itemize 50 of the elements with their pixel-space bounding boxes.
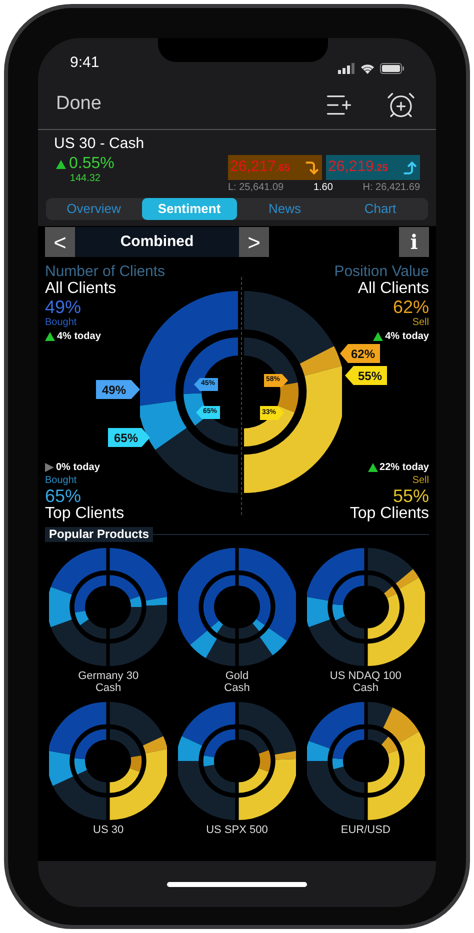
tab[interactable]: Chart (332, 198, 428, 220)
product-name[interactable]: Gold Cash (224, 670, 250, 694)
change-points: 144.32 (70, 173, 100, 184)
group-label: All Clients (358, 280, 429, 298)
product-name[interactable]: US NDAQ 100 Cash (330, 670, 402, 694)
today-change: 22% today (380, 461, 429, 475)
down-arrow-icon (304, 160, 320, 176)
percent-value: 62% (392, 298, 429, 317)
section-title: Number of Clients (45, 263, 166, 280)
home-indicator[interactable] (167, 882, 307, 886)
up-arrow-icon (402, 160, 418, 176)
product-name[interactable]: EUR/USD (340, 824, 390, 836)
previous-button[interactable]: < (45, 227, 75, 257)
high-price: H: 26,421.69 (362, 181, 420, 194)
group-label: All Clients (45, 280, 116, 298)
side-label: Sell (412, 475, 429, 487)
status-time: 9:41 (70, 52, 100, 72)
next-button[interactable]: > (239, 227, 269, 257)
done-button[interactable]: Done (56, 90, 102, 119)
percent-value: 65% (45, 487, 82, 505)
percent-value: 55% (392, 487, 429, 505)
percent-tag: 49% (96, 380, 140, 399)
today-change: 0% today (56, 461, 100, 475)
tab[interactable]: News (237, 198, 332, 220)
percent-tag: 65% (108, 428, 150, 447)
view-label: Combined (75, 227, 239, 257)
battery-icon (380, 63, 404, 74)
side-label: Sell (412, 317, 429, 329)
change-percent: 0.55% (69, 155, 114, 173)
side-label: Bought (45, 317, 77, 329)
product-name[interactable]: US SPX 500 (206, 824, 268, 836)
instrument-name: US 30 - Cash (54, 135, 146, 153)
percent-tag: 62% (340, 344, 380, 363)
today-change: 4% today (57, 330, 101, 344)
product-name[interactable]: Germany 30 Cash (78, 670, 139, 694)
spread-value: 1.60 (313, 181, 333, 194)
wifi-icon (360, 63, 375, 74)
low-price: L: 25,641.09 (228, 181, 284, 194)
side-label: Bought (45, 475, 77, 487)
section-header: Popular Products (45, 527, 154, 542)
group-label: Top Clients (350, 505, 429, 523)
tab[interactable]: Overview (46, 198, 142, 220)
product-name[interactable]: US 30 (93, 824, 124, 836)
percent-value: 49% (45, 298, 82, 317)
signal-icon (338, 63, 355, 74)
group-label: Top Clients (45, 505, 124, 523)
today-change: 4% today (385, 330, 429, 344)
section-title: Position Value (334, 263, 429, 280)
info-button[interactable]: i (399, 227, 429, 257)
percent-tag: 55% (345, 366, 387, 385)
